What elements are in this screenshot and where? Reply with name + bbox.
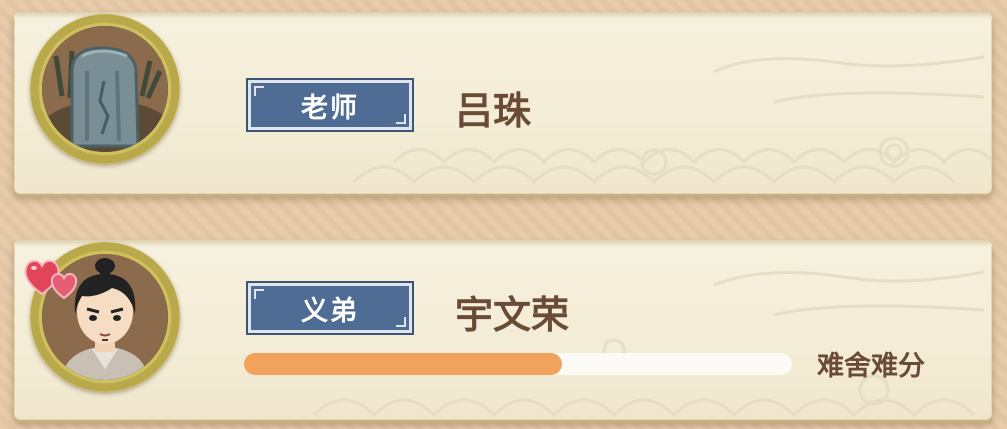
tombstone-avatar-icon	[42, 26, 168, 152]
relation-status: 难舍难分	[817, 351, 925, 382]
affection-progress-bar	[244, 353, 792, 375]
avatar-frame[interactable]	[30, 14, 180, 164]
affection-progress-fill	[244, 353, 562, 375]
character-name: 宇文荣	[455, 293, 570, 337]
role-tag: 义弟	[246, 281, 414, 335]
role-tag: 老师	[246, 78, 414, 132]
character-name: 吕珠	[455, 89, 532, 133]
hearts-icon	[24, 260, 78, 300]
role-label: 义弟	[301, 295, 359, 327]
role-label: 老师	[301, 92, 359, 124]
avatar	[42, 26, 168, 152]
